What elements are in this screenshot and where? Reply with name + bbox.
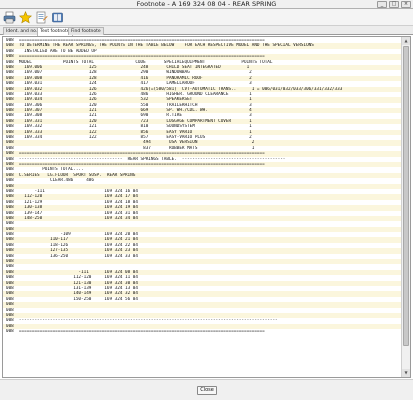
tab-bar: Ident. and no. Text footnote Find footno… [0,26,413,36]
footnote-text-area[interactable]: 008 ====================================… [3,37,401,377]
scroll-down-arrow-icon[interactable]: ▼ [402,369,410,377]
footnote-lines: 008 ====================================… [3,37,401,334]
notes-icon[interactable] [35,11,48,24]
minimize-button[interactable]: _ [377,1,387,8]
footnote-line: 008 ====================================… [6,329,265,335]
window-titlebar: Footnote - A 169 324 08 04 - REAR SPRING… [0,0,413,9]
print-icon[interactable] [3,11,16,24]
close-button[interactable]: Close [197,386,217,395]
dialog-footer: Close [0,379,413,400]
star-icon[interactable] [18,11,33,24]
tab-find-footnote[interactable]: Find footnote [68,27,104,35]
scroll-up-arrow-icon[interactable]: ▲ [402,37,410,45]
close-window-button[interactable]: × [401,1,411,8]
tab-ident-and-no[interactable]: Ident. and no. [3,27,41,35]
window-title: Footnote - A 169 324 08 04 - REAR SPRING [136,0,277,8]
scroll-thumb[interactable] [403,46,409,346]
maximize-button[interactable]: □ [389,1,399,8]
footnote-text-panel: 008 ====================================… [2,36,411,378]
vertical-scrollbar[interactable]: ▲ ▼ [401,37,410,377]
book-icon[interactable] [51,11,64,24]
toolbar [0,9,413,26]
window-controls: _ □ × [377,1,411,8]
